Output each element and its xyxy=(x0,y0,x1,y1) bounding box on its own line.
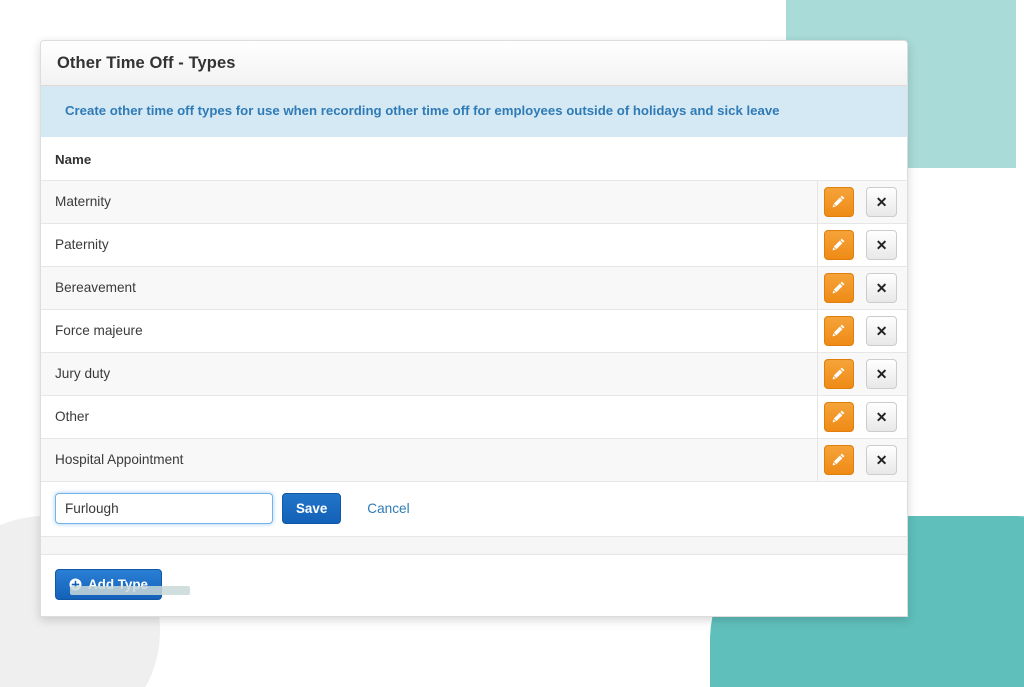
type-name-cell: Maternity xyxy=(41,180,817,224)
table-row: Hospital Appointment ✕ xyxy=(41,438,907,482)
row-actions-cell: ✕ xyxy=(816,223,907,267)
column-header-name: Name xyxy=(41,137,817,181)
pencil-icon xyxy=(831,237,846,252)
delete-row-button[interactable]: ✕ xyxy=(866,229,897,260)
table-row: Bereavement ✕ xyxy=(41,266,907,310)
table-row: Jury duty ✕ xyxy=(41,352,907,396)
edit-row-button[interactable] xyxy=(823,401,855,432)
delete-row-button[interactable]: ✕ xyxy=(866,315,897,346)
table-header-row: Name xyxy=(41,137,907,181)
pencil-icon xyxy=(831,323,846,338)
cancel-link[interactable]: Cancel xyxy=(367,501,409,516)
table-row: Paternity ✕ xyxy=(41,223,907,267)
row-actions-cell: ✕ xyxy=(816,309,907,353)
row-actions-cell: ✕ xyxy=(816,266,907,310)
row-actions-cell: ✕ xyxy=(816,395,907,439)
other-time-off-types-card: Other Time Off - Types Create other time… xyxy=(40,40,908,617)
save-button[interactable]: Save xyxy=(282,492,342,524)
delete-row-button[interactable]: ✕ xyxy=(866,444,897,475)
row-actions-cell: ✕ xyxy=(816,352,907,396)
page-root: Other Time Off - Types Create other time… xyxy=(0,0,1024,687)
close-icon: ✕ xyxy=(875,451,888,468)
table-row: Force majeure ✕ xyxy=(41,309,907,353)
page-title: Other Time Off - Types xyxy=(57,53,236,72)
table-body: Maternity ✕ Paternity ✕ Bereavement ✕ Force ma… xyxy=(41,180,907,482)
info-banner-text: Create other time off types for use when… xyxy=(65,103,780,118)
card-header: Other Time Off - Types xyxy=(41,41,907,86)
edit-row-button[interactable] xyxy=(823,358,855,389)
delete-row-button[interactable]: ✕ xyxy=(866,186,897,217)
edit-row-button[interactable] xyxy=(823,186,855,217)
edit-row-button[interactable] xyxy=(823,272,855,303)
type-name-cell: Hospital Appointment xyxy=(41,438,817,482)
inline-add-row: Save Cancel xyxy=(41,481,907,537)
close-icon: ✕ xyxy=(875,322,888,339)
inline-add-cell: Save Cancel xyxy=(41,481,907,537)
type-name-cell: Paternity xyxy=(41,223,817,267)
table-head: Name xyxy=(41,137,907,181)
close-icon: ✕ xyxy=(875,408,888,425)
add-type-button[interactable]: Add Type xyxy=(55,568,163,600)
type-name-cell: Bereavement xyxy=(41,266,817,310)
delete-row-button[interactable]: ✕ xyxy=(866,401,897,432)
column-header-actions xyxy=(817,137,907,181)
close-icon: ✕ xyxy=(875,193,888,210)
type-name-input[interactable] xyxy=(55,492,273,524)
row-actions-cell: ✕ xyxy=(816,438,907,482)
row-actions-cell: ✕ xyxy=(816,180,907,224)
type-name-cell: Other xyxy=(41,395,817,439)
pencil-icon xyxy=(831,366,846,381)
types-table: Name Maternity ✕ Paternity ✕ Bereavement ✕ For… xyxy=(41,137,907,537)
edit-row-button[interactable] xyxy=(823,229,855,260)
table-row: Maternity ✕ xyxy=(41,180,907,224)
table-row: Other ✕ xyxy=(41,395,907,439)
edit-row-button[interactable] xyxy=(823,315,855,346)
close-icon: ✕ xyxy=(875,236,888,253)
pencil-icon xyxy=(831,194,846,209)
type-name-cell: Jury duty xyxy=(41,352,817,396)
delete-row-button[interactable]: ✕ xyxy=(866,358,897,389)
close-icon: ✕ xyxy=(875,365,888,382)
table-spacer xyxy=(41,536,907,555)
pencil-icon xyxy=(831,409,846,424)
pencil-icon xyxy=(831,280,846,295)
delete-row-button[interactable]: ✕ xyxy=(866,272,897,303)
type-name-cell: Force majeure xyxy=(41,309,817,353)
pencil-icon xyxy=(831,452,846,467)
card-drop-shadow-secondary xyxy=(70,586,190,595)
close-icon: ✕ xyxy=(875,279,888,296)
edit-row-body: Save Cancel xyxy=(41,481,907,537)
info-banner: Create other time off types for use when… xyxy=(41,86,907,138)
edit-row-button[interactable] xyxy=(823,444,855,475)
